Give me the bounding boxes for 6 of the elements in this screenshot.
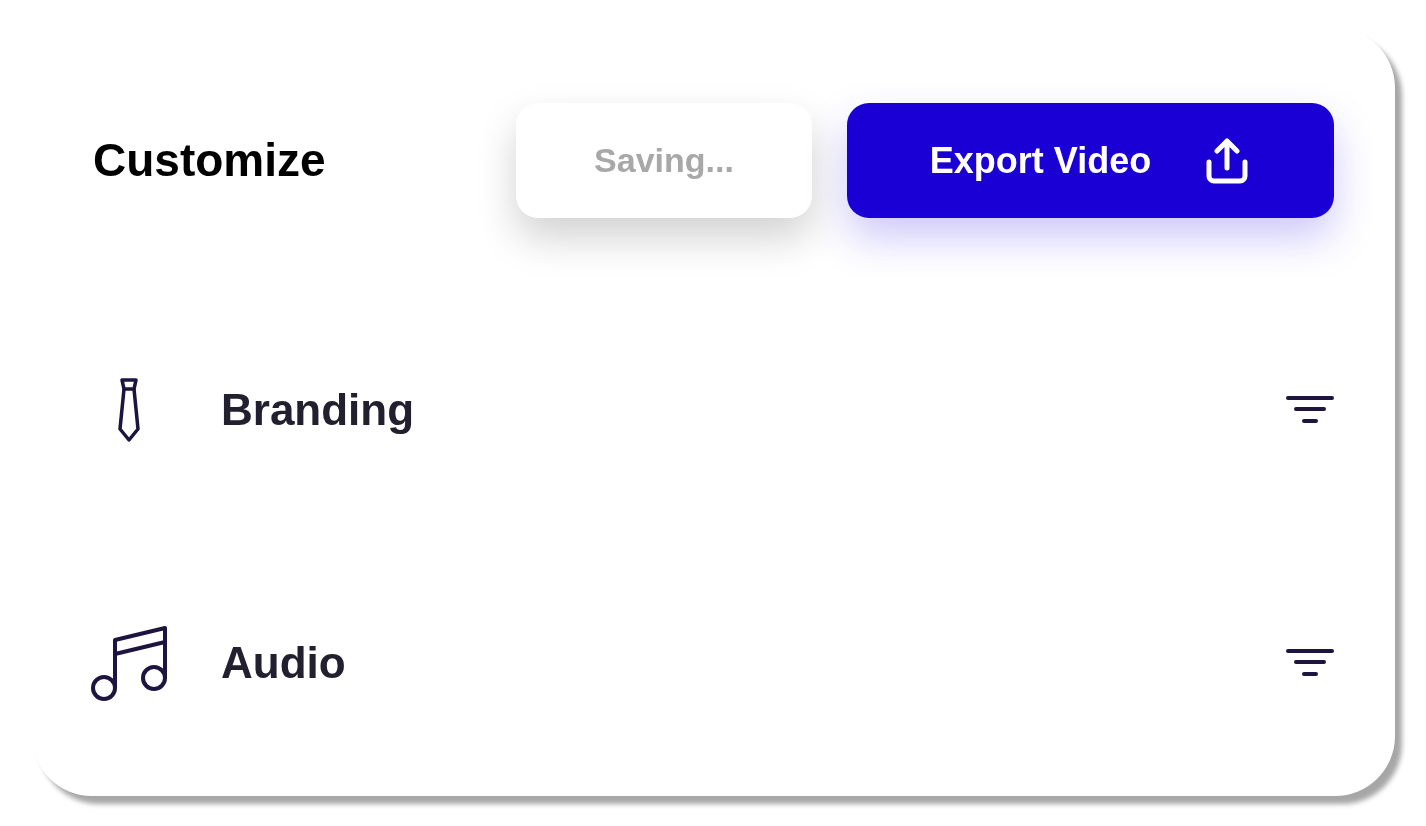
section-label[interactable]: Audio — [221, 630, 346, 696]
section-label[interactable]: Branding — [221, 377, 415, 443]
export-video-button[interactable]: Export Video — [847, 103, 1334, 218]
filter-icon[interactable] — [1286, 649, 1334, 677]
filter-icon[interactable] — [1286, 396, 1334, 424]
panel-title: Customize — [93, 133, 326, 188]
